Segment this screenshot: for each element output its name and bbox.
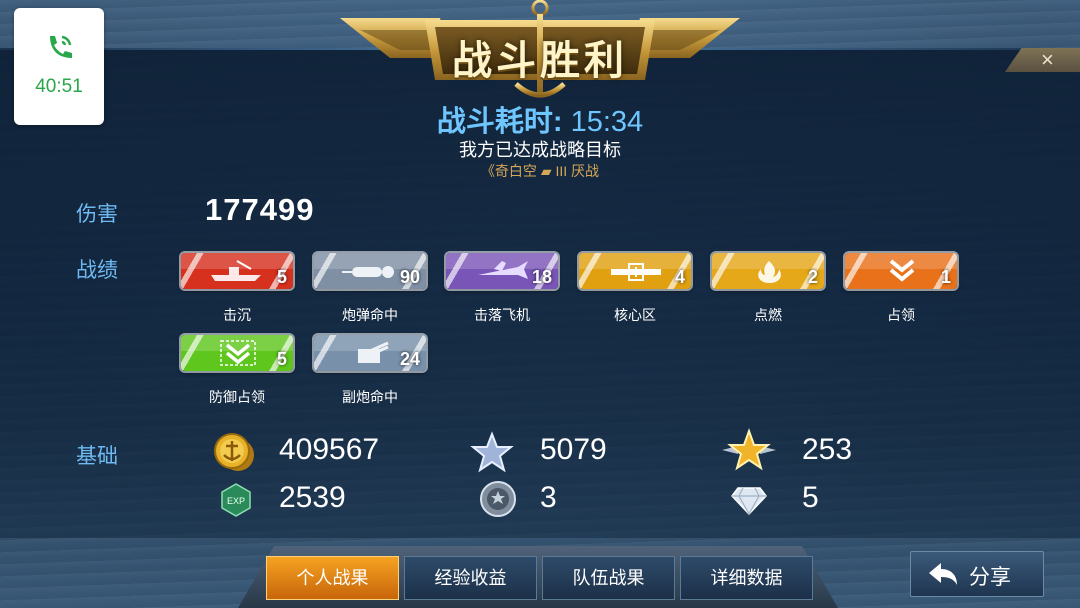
- exp-value: 2539: [279, 481, 346, 514]
- battle-duration-value: 15:34: [570, 106, 644, 138]
- achievement-badge: 5: [181, 335, 293, 371]
- achievement-name: 副炮命中: [342, 389, 398, 405]
- exp-icon: EXP: [221, 483, 251, 517]
- share-label: 分享: [969, 566, 1011, 589]
- ship-icon: [211, 260, 261, 281]
- tab-2[interactable]: 经验收益: [404, 556, 537, 600]
- diamond-icon: [731, 487, 767, 516]
- achievement-badge: 1: [845, 253, 957, 289]
- silver-star-icon: [470, 431, 514, 473]
- svg-text:EXP: EXP: [227, 496, 245, 506]
- achievement-name: 炮弹命中: [342, 307, 398, 323]
- achievement-badge: 5: [181, 253, 293, 289]
- achievement-name: 击沉: [223, 307, 251, 323]
- tab-1[interactable]: 个人战果: [266, 556, 399, 600]
- fire-icon: [758, 261, 781, 283]
- achievement-name: 点燃: [754, 307, 782, 323]
- base-label: 基础: [76, 445, 118, 468]
- gold-coin-icon: [214, 433, 254, 471]
- shell-icon: [342, 266, 394, 278]
- back-arrow-icon: [929, 563, 957, 585]
- damage-value: 177499: [205, 192, 315, 227]
- achievement-badge: 18: [446, 253, 558, 289]
- achievement-count: 5: [276, 267, 287, 287]
- defend-icon: [220, 340, 256, 366]
- call-duration: 40:51: [35, 76, 83, 97]
- achievement-badge: 24: [314, 335, 426, 371]
- achievement-count: 5: [276, 349, 287, 369]
- battle-duration: 战斗耗时: 15:34: [0, 98, 1080, 140]
- achievement-badge: 90: [314, 253, 426, 289]
- achievement-name: 核心区: [614, 307, 656, 323]
- tab-4[interactable]: 详细数据: [680, 556, 813, 600]
- damage-label: 伤害: [76, 203, 118, 226]
- achievement-name: 占领: [887, 307, 915, 323]
- achievement-count: 90: [399, 267, 420, 287]
- tab-3[interactable]: 队伍战果: [542, 556, 675, 600]
- achievement-badge: 4: [579, 253, 691, 289]
- close-icon: ×: [1041, 47, 1054, 72]
- victory-title: 战斗胜利: [452, 39, 628, 83]
- gold-value: 409567: [279, 433, 380, 466]
- achievement-badge: 2: [712, 253, 824, 289]
- objective-text: 我方已达成战略目标: [459, 140, 621, 160]
- phone-icon: [50, 35, 72, 58]
- medal-icon: [480, 481, 516, 517]
- map-info: 《奇白空 ▰ III 厌战: [480, 163, 600, 179]
- achievement-count: 18: [531, 267, 552, 287]
- diamond-value: 5: [802, 481, 819, 514]
- plane-icon: [478, 261, 528, 279]
- share-button[interactable]: 分享: [910, 551, 1044, 597]
- silver-star-value: 5079: [540, 433, 607, 466]
- core-icon: [611, 263, 661, 281]
- achievement-name: 击落飞机: [474, 307, 530, 323]
- battle-duration-label: 战斗耗时:: [436, 106, 563, 138]
- record-label: 战绩: [76, 259, 118, 282]
- medal-value: 3: [540, 481, 557, 514]
- achievement-count: 4: [674, 267, 685, 287]
- gold-star-icon: [722, 428, 776, 471]
- secondary-gun-icon: [358, 341, 389, 363]
- achievement-name: 防御占领: [209, 389, 265, 405]
- achievement-count: 24: [399, 349, 420, 369]
- achievement-count: 2: [807, 267, 818, 287]
- gold-star-value: 253: [802, 433, 853, 466]
- capture-icon: [889, 259, 915, 282]
- achievement-count: 1: [940, 267, 951, 287]
